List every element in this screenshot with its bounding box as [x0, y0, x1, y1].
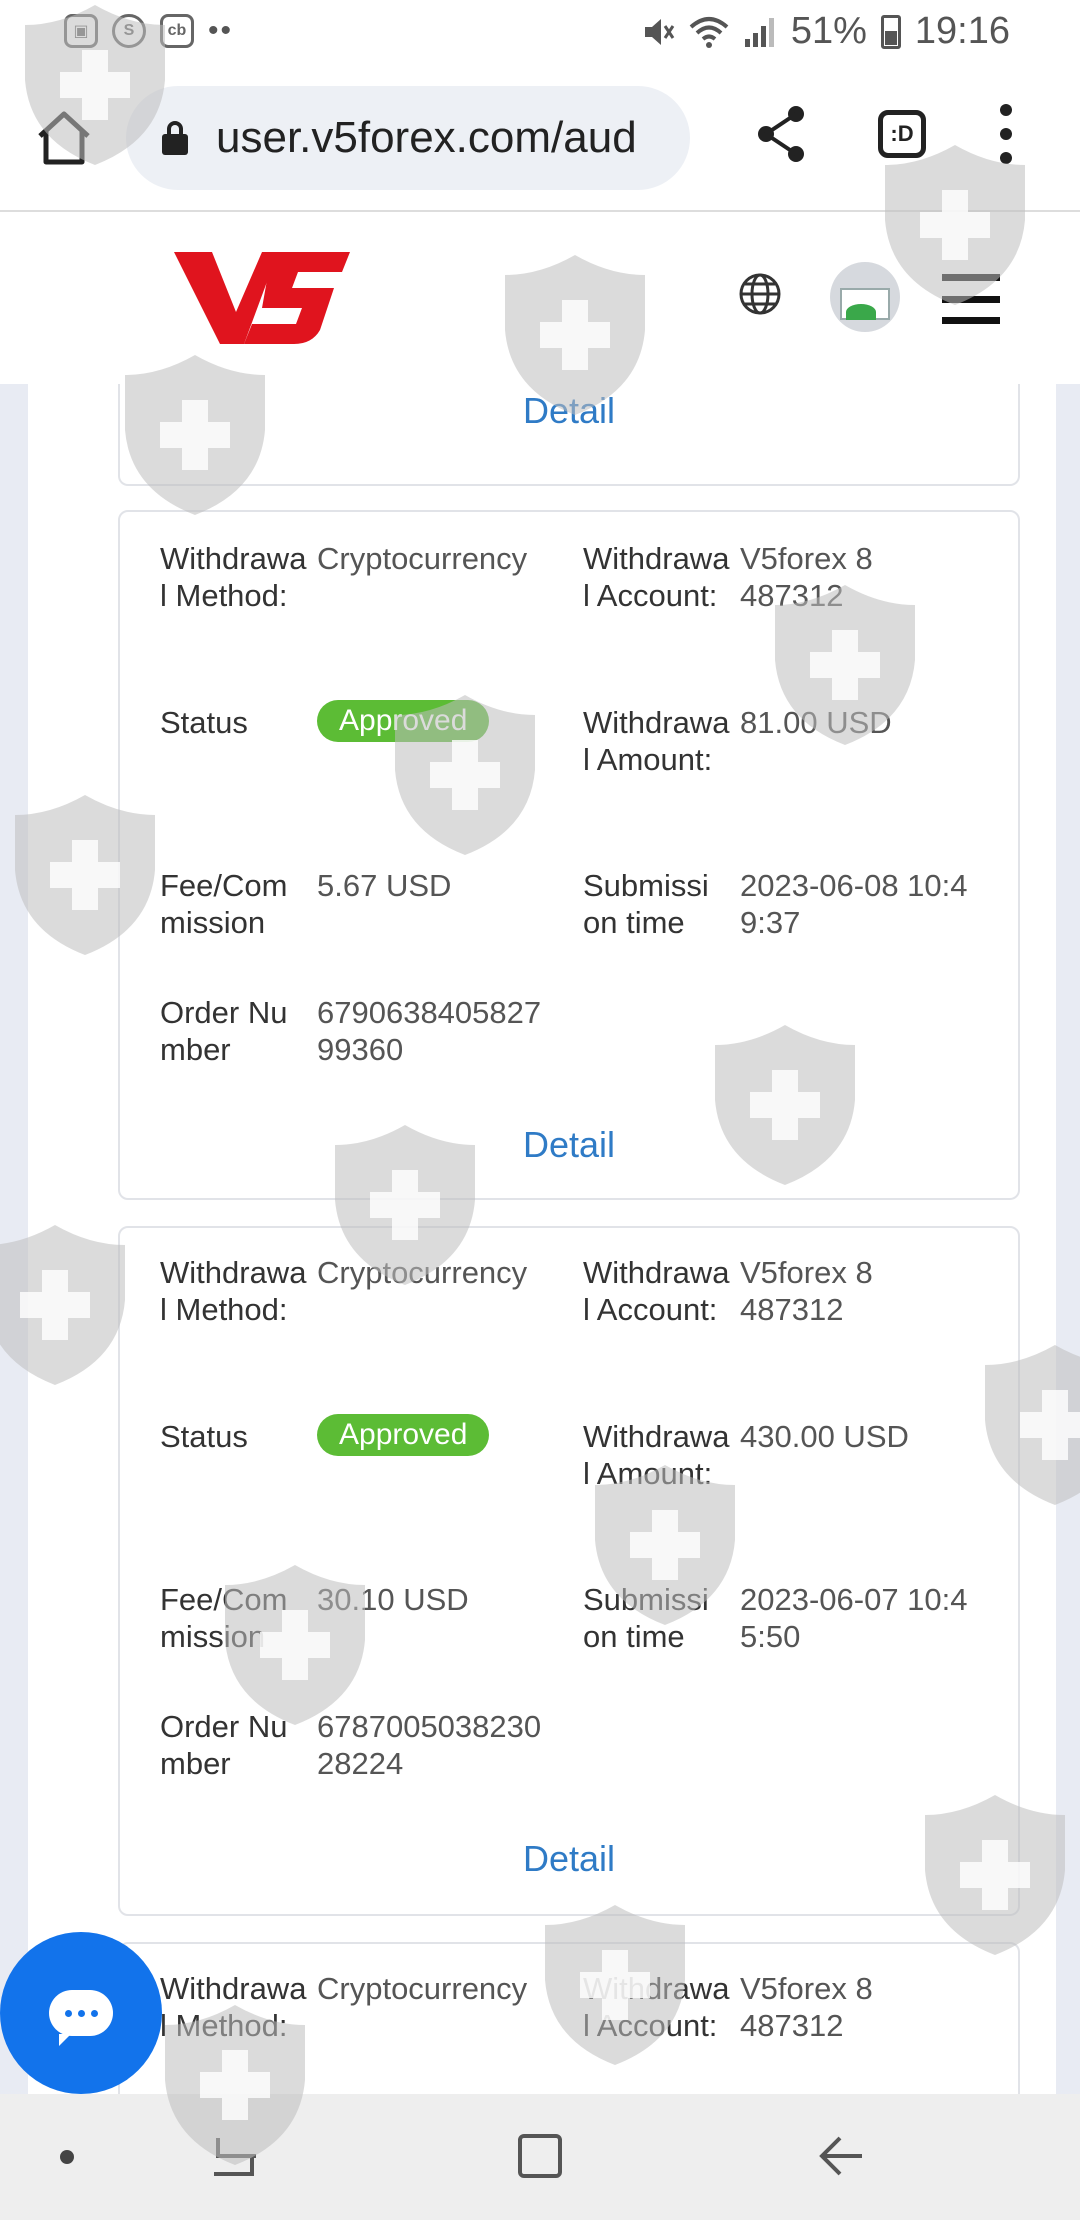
status-label: Status — [160, 1419, 248, 1454]
withdrawal-account-value: V5forex 8487312 — [740, 1971, 873, 2043]
withdrawal-method-label: Withdrawal Method: — [160, 1971, 307, 2043]
signal-icon — [744, 17, 774, 47]
status-label: Status — [160, 705, 248, 740]
recent-apps-icon[interactable] — [210, 2134, 260, 2178]
system-navigation-bar — [0, 2094, 1080, 2220]
fee-commission-label: Fee/Commission — [160, 1582, 288, 1654]
status-badge: Approved — [317, 1414, 490, 1456]
withdrawal-amount-label: Withdrawal Amount: — [583, 705, 730, 777]
cb-app-icon: cb — [160, 14, 194, 48]
withdrawal-card-partial-top: Detail — [118, 384, 1020, 486]
system-indicators: 51% 19:16 — [641, 10, 1010, 53]
fee-commission-value: 30.10 USD — [317, 1582, 469, 1617]
status-bar: ▣ S cb •• 51% 19:16 — [0, 0, 1080, 64]
withdrawal-method-value: Cryptocurrency — [317, 1971, 528, 2006]
site-header: V5 — [0, 212, 1080, 384]
chat-icon — [49, 1990, 113, 2046]
more-notifications-icon: •• — [208, 14, 234, 47]
withdrawal-account-value: V5forex 8487312 — [740, 1255, 873, 1327]
detail-link[interactable]: Detail — [120, 1124, 1018, 1166]
submission-time-value: 2023-06-07 10:45:50 — [740, 1582, 968, 1654]
fee-commission-value: 5.67 USD — [317, 868, 452, 903]
withdrawal-card: Withdrawal Method: Cryptocurrency Withdr… — [118, 510, 1020, 1200]
user-avatar[interactable] — [830, 262, 900, 332]
browser-toolbar: user.v5forex.com/aud :D — [0, 64, 1080, 212]
order-number-label: Order Number — [160, 995, 288, 1067]
battery-icon — [880, 14, 901, 49]
submission-time-label: Submission time — [583, 868, 709, 940]
submission-time-value: 2023-06-08 10:49:37 — [740, 868, 968, 940]
status-badge: Approved — [317, 700, 490, 742]
gallery-icon: ▣ — [64, 14, 98, 48]
withdrawal-card: Withdrawal Method: Cryptocurrency Withdr… — [118, 1942, 1020, 2094]
detail-link[interactable]: Detail — [120, 1838, 1018, 1880]
v5-logo[interactable]: V5 — [174, 248, 350, 348]
chat-support-button[interactable] — [0, 1932, 162, 2094]
clock: 19:16 — [914, 10, 1010, 52]
fee-commission-label: Fee/Commission — [160, 868, 288, 940]
submission-time-label: Submission time — [583, 1582, 709, 1654]
order-number-value: 678700503823028224 — [317, 1709, 542, 1781]
withdrawal-amount-value: 81.00 USD — [740, 705, 892, 740]
tab-switcher-button[interactable]: :D — [878, 110, 926, 158]
share-icon[interactable] — [756, 104, 808, 164]
detail-link[interactable]: Detail — [120, 390, 1018, 432]
notification-icons: ▣ S cb •• — [64, 14, 233, 48]
withdrawal-card: Withdrawal Method: Cryptocurrency Withdr… — [118, 1226, 1020, 1916]
withdrawal-method-value: Cryptocurrency — [317, 1255, 528, 1290]
records-list: Detail Withdrawal Method: Cryptocurrency… — [28, 384, 1056, 2094]
order-number-value: 679063840582799360 — [317, 995, 542, 1067]
s-app-icon: S — [112, 14, 146, 48]
withdrawal-account-value: V5forex 8487312 — [740, 541, 873, 613]
lock-icon — [162, 121, 188, 155]
language-globe-icon[interactable] — [738, 272, 782, 316]
withdrawal-account-label: Withdrawal Account: — [583, 1255, 730, 1327]
withdrawal-amount-value: 430.00 USD — [740, 1419, 909, 1454]
browser-menu-icon[interactable] — [994, 104, 1018, 164]
address-bar[interactable]: user.v5forex.com/aud — [126, 86, 690, 190]
nav-dot-icon[interactable] — [60, 2150, 74, 2164]
withdrawal-account-label: Withdrawal Account: — [583, 1971, 730, 2043]
back-icon[interactable] — [818, 2132, 864, 2180]
order-number-label: Order Number — [160, 1709, 288, 1781]
withdrawal-amount-label: Withdrawal Amount: — [583, 1419, 730, 1491]
withdrawal-method-label: Withdrawal Method: — [160, 1255, 307, 1327]
home-icon[interactable] — [34, 108, 94, 168]
withdrawal-method-value: Cryptocurrency — [317, 541, 528, 576]
mute-icon — [644, 18, 675, 45]
wifi-icon — [689, 16, 729, 48]
url-text: user.v5forex.com/aud — [216, 113, 637, 162]
nav-home-icon[interactable] — [518, 2134, 562, 2178]
withdrawal-account-label: Withdrawal Account: — [583, 541, 730, 613]
battery-percent: 51% — [790, 10, 867, 52]
withdrawal-records-area: Detail Withdrawal Method: Cryptocurrency… — [0, 384, 1080, 2094]
hamburger-menu-icon[interactable] — [942, 274, 1000, 324]
withdrawal-method-label: Withdrawal Method: — [160, 541, 307, 613]
